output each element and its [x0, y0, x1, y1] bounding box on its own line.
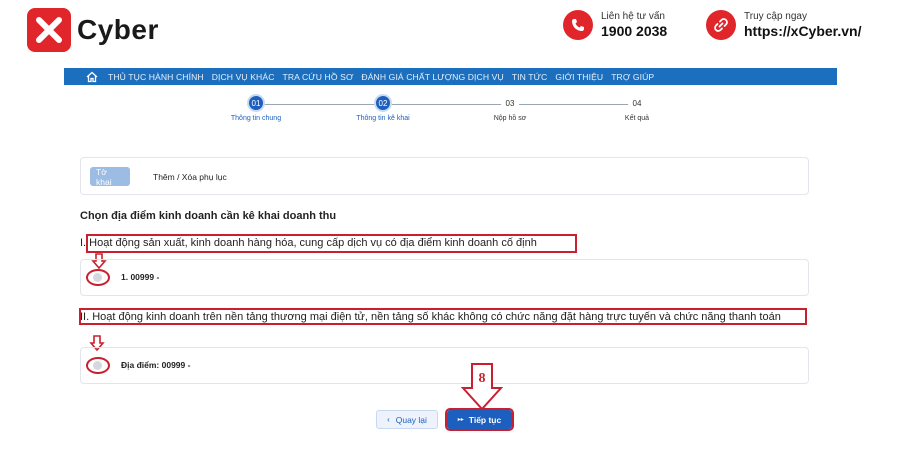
annotation-circle	[86, 357, 110, 374]
nav-item-administrative-procedures[interactable]: THỦ TỤC HÀNH CHÍNH	[108, 72, 204, 82]
brand-name: Cyber	[77, 14, 159, 45]
nav-item-quality-review[interactable]: ĐÁNH GIÁ CHẤT LƯỢNG DỊCH VỤ	[361, 72, 503, 82]
nav-item-about[interactable]: GIỚI THIỆU	[555, 72, 603, 82]
nav-item-lookup[interactable]: TRA CỨU HỒ SƠ	[283, 72, 354, 82]
main-nav: THỦ TỤC HÀNH CHÍNH DỊCH VỤ KHÁC TRA CỨU …	[64, 68, 837, 85]
step-number: 01	[247, 94, 265, 112]
annotation-highlight-box	[79, 308, 807, 325]
website-url: https://xCyber.vn/	[744, 22, 862, 39]
step-4: 04 Kết quả	[592, 94, 682, 122]
step-number: 04	[628, 94, 646, 112]
tab-declaration[interactable]: Tờ khai	[90, 167, 130, 187]
nav-item-other-services[interactable]: DỊCH VỤ KHÁC	[212, 72, 275, 82]
brand-logo[interactable]: Cyber	[27, 8, 159, 52]
step-label: Nộp hồ sơ	[493, 115, 527, 122]
contact-website[interactable]: Truy cập ngay https://xCyber.vn/	[706, 10, 861, 40]
phone-icon	[563, 10, 593, 40]
annotation-highlight-box	[86, 234, 577, 253]
annotation-circle	[86, 269, 110, 286]
continue-button[interactable]: ▸▸ Tiếp tục	[445, 408, 514, 431]
continue-button-label: Tiếp tục	[468, 414, 502, 425]
tab-appendix[interactable]: Thêm / Xóa phụ lục	[147, 167, 233, 186]
step-label: Thông tin kê khai	[356, 115, 410, 122]
step-1: 01 Thông tin chung	[211, 94, 301, 122]
annotation-step-number: 8	[479, 371, 486, 386]
form-tabs: Tờ khai Thêm / Xóa phụ lục	[80, 157, 809, 195]
contact-phone[interactable]: Liên hệ tư vấn 1900 2038	[563, 10, 667, 40]
nav-item-help[interactable]: TRỢ GIÚP	[611, 72, 654, 82]
link-icon	[706, 10, 736, 40]
play-next-icon: ▸▸	[457, 417, 464, 423]
step-label: Thông tin chung	[230, 115, 282, 122]
step-2: 02 Thông tin kê khai	[338, 94, 428, 122]
location-option-1[interactable]: 1. 00999 -	[80, 259, 809, 296]
chevron-left-icon: ‹	[387, 415, 390, 424]
progress-stepper: 01 Thông tin chung 02 Thông tin kê khai …	[0, 94, 900, 134]
step-label: Kết quả	[624, 115, 650, 122]
home-icon[interactable]	[86, 70, 98, 88]
nav-item-news[interactable]: TIN TỨC	[512, 72, 548, 82]
option-label: 1. 00999 -	[121, 272, 160, 282]
step-number: 02	[374, 94, 392, 112]
location-option-2[interactable]: Địa điểm: 00999 -	[80, 347, 809, 384]
phone-number: 1900 2038	[601, 22, 668, 39]
phone-label: Liên hệ tư vấn	[601, 11, 665, 23]
website-label: Truy cập ngay	[744, 11, 807, 23]
page: Cyber Liên hệ tư vấn 1900 2038 Truy cập …	[0, 0, 900, 450]
step-3: 03 Nộp hồ sơ	[465, 94, 555, 122]
page-title: Chọn địa điểm kinh doanh cần kê khai doa…	[80, 210, 337, 222]
option-label: Địa điểm: 00999 -	[121, 360, 191, 370]
back-button-label: Quay lại	[395, 414, 427, 425]
annotation-step-arrow-icon: 8	[461, 363, 503, 411]
step-number: 03	[501, 94, 519, 112]
back-button[interactable]: ‹ Quay lại	[376, 410, 438, 429]
x-logo-icon	[27, 8, 71, 52]
